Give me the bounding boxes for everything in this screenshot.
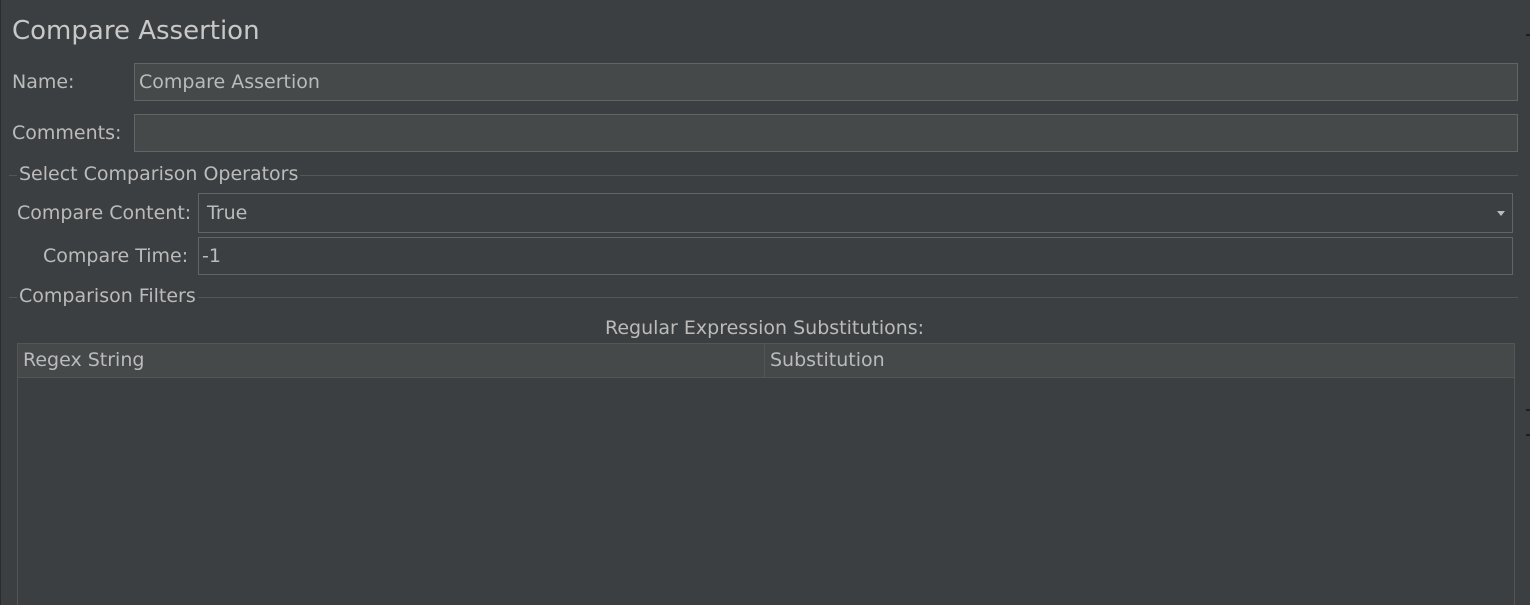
table-caption: Regular Expression Substitutions: xyxy=(605,317,925,339)
substitutions-table[interactable]: Regex String Substitution xyxy=(17,343,1515,605)
name-label: Name: xyxy=(12,71,75,93)
filters-section-title: Comparison Filters xyxy=(17,284,198,308)
table-body[interactable] xyxy=(18,378,1514,605)
column-header-regex-string[interactable]: Regex String xyxy=(18,344,765,377)
operators-section-title: Select Comparison Operators xyxy=(17,162,301,186)
column-header-substitution[interactable]: Substitution xyxy=(765,344,1514,377)
compare-content-label: Compare Content: xyxy=(17,202,192,224)
filters-section-divider xyxy=(9,297,1518,298)
comments-label: Comments: xyxy=(12,122,122,144)
chevron-down-icon[interactable] xyxy=(1497,211,1505,216)
panel-title: Compare Assertion xyxy=(12,16,260,46)
compare-content-select[interactable]: True xyxy=(198,193,1513,233)
compare-content-value: True xyxy=(207,202,248,224)
comments-input[interactable] xyxy=(134,114,1518,152)
compare-time-label: Compare Time: xyxy=(43,245,189,267)
window-edge xyxy=(1526,0,1530,605)
table-header: Regex String Substitution xyxy=(18,344,1514,378)
compare-assertion-panel: Compare Assertion Name: Comments: Select… xyxy=(0,0,1530,605)
name-input[interactable] xyxy=(134,63,1518,101)
compare-time-input[interactable] xyxy=(198,237,1513,275)
